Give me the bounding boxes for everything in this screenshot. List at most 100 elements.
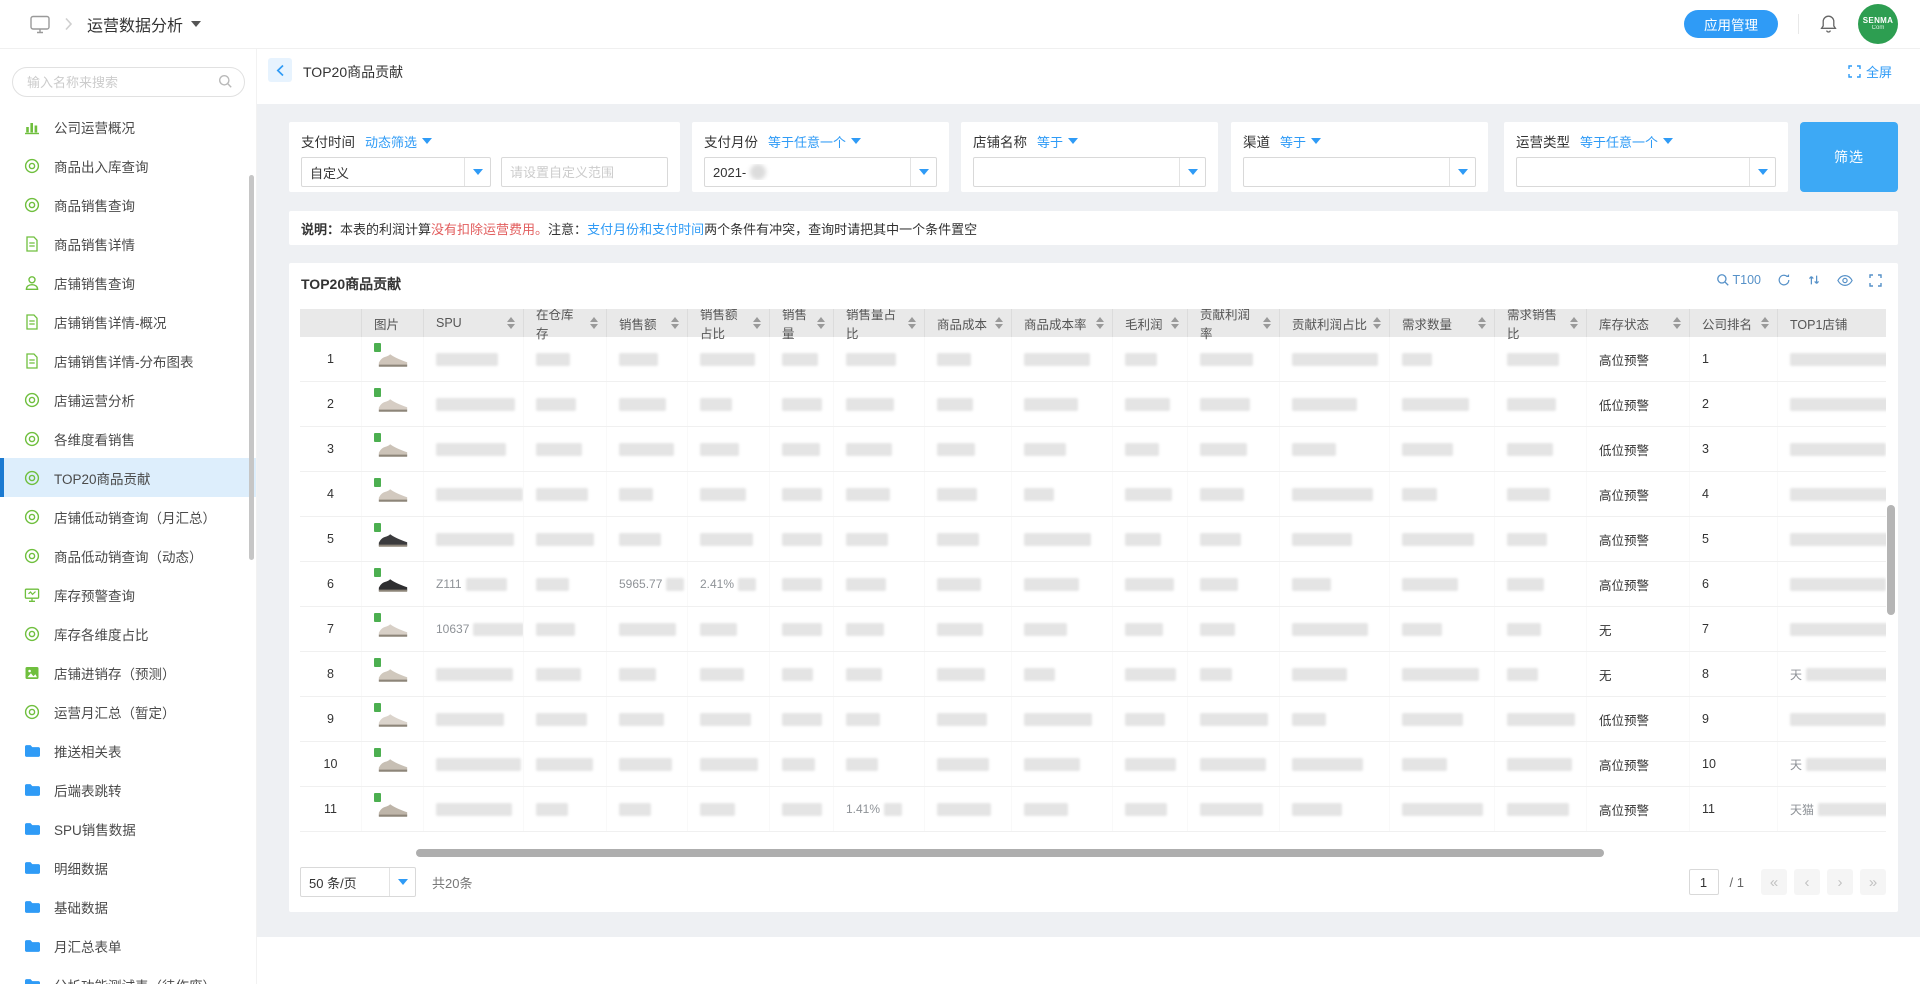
sort-carets-icon[interactable] bbox=[1564, 317, 1578, 329]
table-toolbar: T100 bbox=[1716, 273, 1883, 287]
column-header[interactable]: 在仓库存 bbox=[524, 309, 607, 337]
app-manage-button[interactable]: 应用管理 bbox=[1684, 10, 1778, 38]
sort-carets-icon[interactable] bbox=[1367, 317, 1381, 329]
filter-operator-dropdown[interactable]: 等于 bbox=[1280, 132, 1321, 151]
sidebar-item[interactable]: 公司运营概况 bbox=[0, 107, 256, 146]
filter-submit-button[interactable]: 筛选 bbox=[1800, 122, 1898, 192]
sidebar-item[interactable]: 店铺销售详情-概况 bbox=[0, 302, 256, 341]
sort-carets-icon[interactable] bbox=[989, 317, 1003, 329]
sort-carets-icon[interactable] bbox=[665, 317, 679, 329]
page-size-select[interactable]: 50 条/页 bbox=[300, 867, 416, 897]
column-header[interactable]: 销售量 bbox=[770, 309, 834, 337]
filter-value-select[interactable]: 自定义 bbox=[301, 157, 491, 187]
sort-carets-icon[interactable] bbox=[747, 317, 761, 329]
workspace-icon[interactable] bbox=[30, 15, 50, 34]
last-page-button[interactable]: » bbox=[1860, 869, 1886, 895]
redacted-blur bbox=[1024, 578, 1079, 591]
sidebar-item[interactable]: SPU销售数据 bbox=[0, 809, 256, 848]
column-header[interactable]: 贡献利润率 bbox=[1188, 309, 1280, 337]
sidebar-item[interactable]: 店铺销售查询 bbox=[0, 263, 256, 302]
custom-range-input[interactable] bbox=[501, 157, 668, 187]
sidebar-item[interactable]: 店铺进销存（预测） bbox=[0, 653, 256, 692]
column-header[interactable]: 库存状态 bbox=[1587, 309, 1690, 337]
page-fullscreen-button[interactable]: 全屏 bbox=[1848, 62, 1892, 81]
column-header[interactable]: 销售额占比 bbox=[688, 309, 770, 337]
breadcrumb-app-switcher[interactable]: 运营数据分析 bbox=[87, 12, 201, 36]
sidebar-item[interactable]: 商品销售查询 bbox=[0, 185, 256, 224]
sidebar-item[interactable]: 库存预警查询 bbox=[0, 575, 256, 614]
folder-icon bbox=[23, 781, 41, 799]
rank-cell: 3 bbox=[300, 427, 362, 471]
sort-carets-icon[interactable] bbox=[902, 317, 916, 329]
sidebar-item[interactable]: 店铺销售详情-分布图表 bbox=[0, 341, 256, 380]
filter-operator-dropdown[interactable]: 等于任意一个 bbox=[768, 132, 861, 151]
sidebar-item[interactable]: 库存各维度占比 bbox=[0, 614, 256, 653]
sidebar-item[interactable]: 明细数据 bbox=[0, 848, 256, 887]
sidebar-item[interactable]: 商品低动销查询（动态） bbox=[0, 536, 256, 575]
column-header[interactable]: SPU bbox=[424, 309, 524, 337]
sort-carets-icon[interactable] bbox=[584, 317, 598, 329]
filter-value-select[interactable] bbox=[973, 157, 1206, 187]
sort-carets-icon[interactable] bbox=[1472, 317, 1486, 329]
sidebar-item[interactable]: 月汇总表单 bbox=[0, 926, 256, 965]
filter-operator-label: 等于 bbox=[1037, 132, 1063, 151]
column-header[interactable]: 销售额 bbox=[607, 309, 688, 337]
column-header[interactable]: 需求数量 bbox=[1390, 309, 1495, 337]
sidebar-item[interactable]: 基础数据 bbox=[0, 887, 256, 926]
notification-bell-icon[interactable] bbox=[1819, 14, 1838, 35]
sort-carets-icon[interactable] bbox=[1257, 317, 1271, 329]
column-header[interactable]: 公司排名 bbox=[1690, 309, 1778, 337]
prev-page-button[interactable]: ‹ bbox=[1794, 869, 1820, 895]
sidebar-item-label: 商品低动销查询（动态） bbox=[54, 546, 203, 566]
table-horizontal-scrollbar[interactable] bbox=[416, 849, 1604, 857]
next-page-button[interactable]: › bbox=[1827, 869, 1853, 895]
first-page-button[interactable]: « bbox=[1761, 869, 1787, 895]
column-header[interactable]: 需求销售比 bbox=[1495, 309, 1587, 337]
redacted-data-cell bbox=[424, 382, 524, 426]
column-header[interactable]: 贡献利润占比 bbox=[1280, 309, 1390, 337]
sidebar-item[interactable]: 推送相关表 bbox=[0, 731, 256, 770]
table-columns-visibility-button[interactable] bbox=[1837, 274, 1853, 287]
redacted-data-cell: 5965.77 bbox=[607, 562, 688, 606]
current-page-input[interactable]: 1 bbox=[1689, 869, 1719, 895]
column-header[interactable]: 毛利润 bbox=[1113, 309, 1188, 337]
stock-status-cell: 高位预警 bbox=[1587, 742, 1690, 786]
filter-value-select[interactable] bbox=[1516, 157, 1776, 187]
table-search-button[interactable]: T100 bbox=[1716, 273, 1762, 287]
redacted-blur bbox=[666, 578, 684, 591]
table-sort-button[interactable] bbox=[1807, 273, 1821, 287]
filter-operator-dropdown[interactable]: 等于 bbox=[1037, 132, 1078, 151]
sort-carets-icon[interactable] bbox=[1165, 317, 1179, 329]
table-card: TOP20商品贡献 T100 图片SPU在仓库存销售额销售额占比销售量销售量占比… bbox=[289, 263, 1898, 912]
column-header[interactable]: 销售量占比 bbox=[834, 309, 925, 337]
sort-carets-icon[interactable] bbox=[501, 317, 515, 329]
sidebar-item[interactable]: 店铺低动销查询（月汇总） bbox=[0, 497, 256, 536]
sidebar-item[interactable]: 店铺运营分析 bbox=[0, 380, 256, 419]
sidebar-item[interactable]: 运营月汇总（暂定） bbox=[0, 692, 256, 731]
sidebar-item[interactable]: 各维度看销售 bbox=[0, 419, 256, 458]
sort-carets-icon[interactable] bbox=[811, 317, 825, 329]
filter-operator-dropdown[interactable]: 等于任意一个 bbox=[1580, 132, 1673, 151]
sidebar-scrollbar[interactable] bbox=[249, 175, 254, 560]
column-header[interactable]: 商品成本 bbox=[925, 309, 1012, 337]
sidebar-item[interactable]: TOP20商品贡献 bbox=[0, 458, 256, 497]
filter-value-select[interactable]: 2021- bbox=[704, 157, 937, 187]
search-icon[interactable] bbox=[218, 74, 233, 89]
sidebar-item[interactable]: 商品出入库查询 bbox=[0, 146, 256, 185]
sidebar-search-input[interactable] bbox=[12, 67, 245, 97]
table-fullscreen-button[interactable] bbox=[1869, 274, 1882, 287]
filter-operator-dropdown[interactable]: 动态筛选 bbox=[365, 132, 432, 151]
sidebar-item[interactable]: 后端表跳转 bbox=[0, 770, 256, 809]
back-button[interactable] bbox=[268, 58, 292, 82]
avatar[interactable]: SENMA Com bbox=[1858, 4, 1898, 44]
sort-carets-icon[interactable] bbox=[1667, 317, 1681, 329]
table-vertical-scrollbar[interactable] bbox=[1887, 505, 1895, 615]
sort-carets-icon[interactable] bbox=[1755, 317, 1769, 329]
table-refresh-button[interactable] bbox=[1777, 273, 1791, 287]
sidebar-item[interactable]: 商品销售详情 bbox=[0, 224, 256, 263]
sidebar-item[interactable]: 分析功能测试表（待作废） bbox=[0, 965, 256, 984]
column-header[interactable]: 商品成本率 bbox=[1012, 309, 1113, 337]
redacted-blur bbox=[782, 398, 822, 411]
filter-value-select[interactable] bbox=[1243, 157, 1476, 187]
sort-carets-icon[interactable] bbox=[1090, 317, 1104, 329]
